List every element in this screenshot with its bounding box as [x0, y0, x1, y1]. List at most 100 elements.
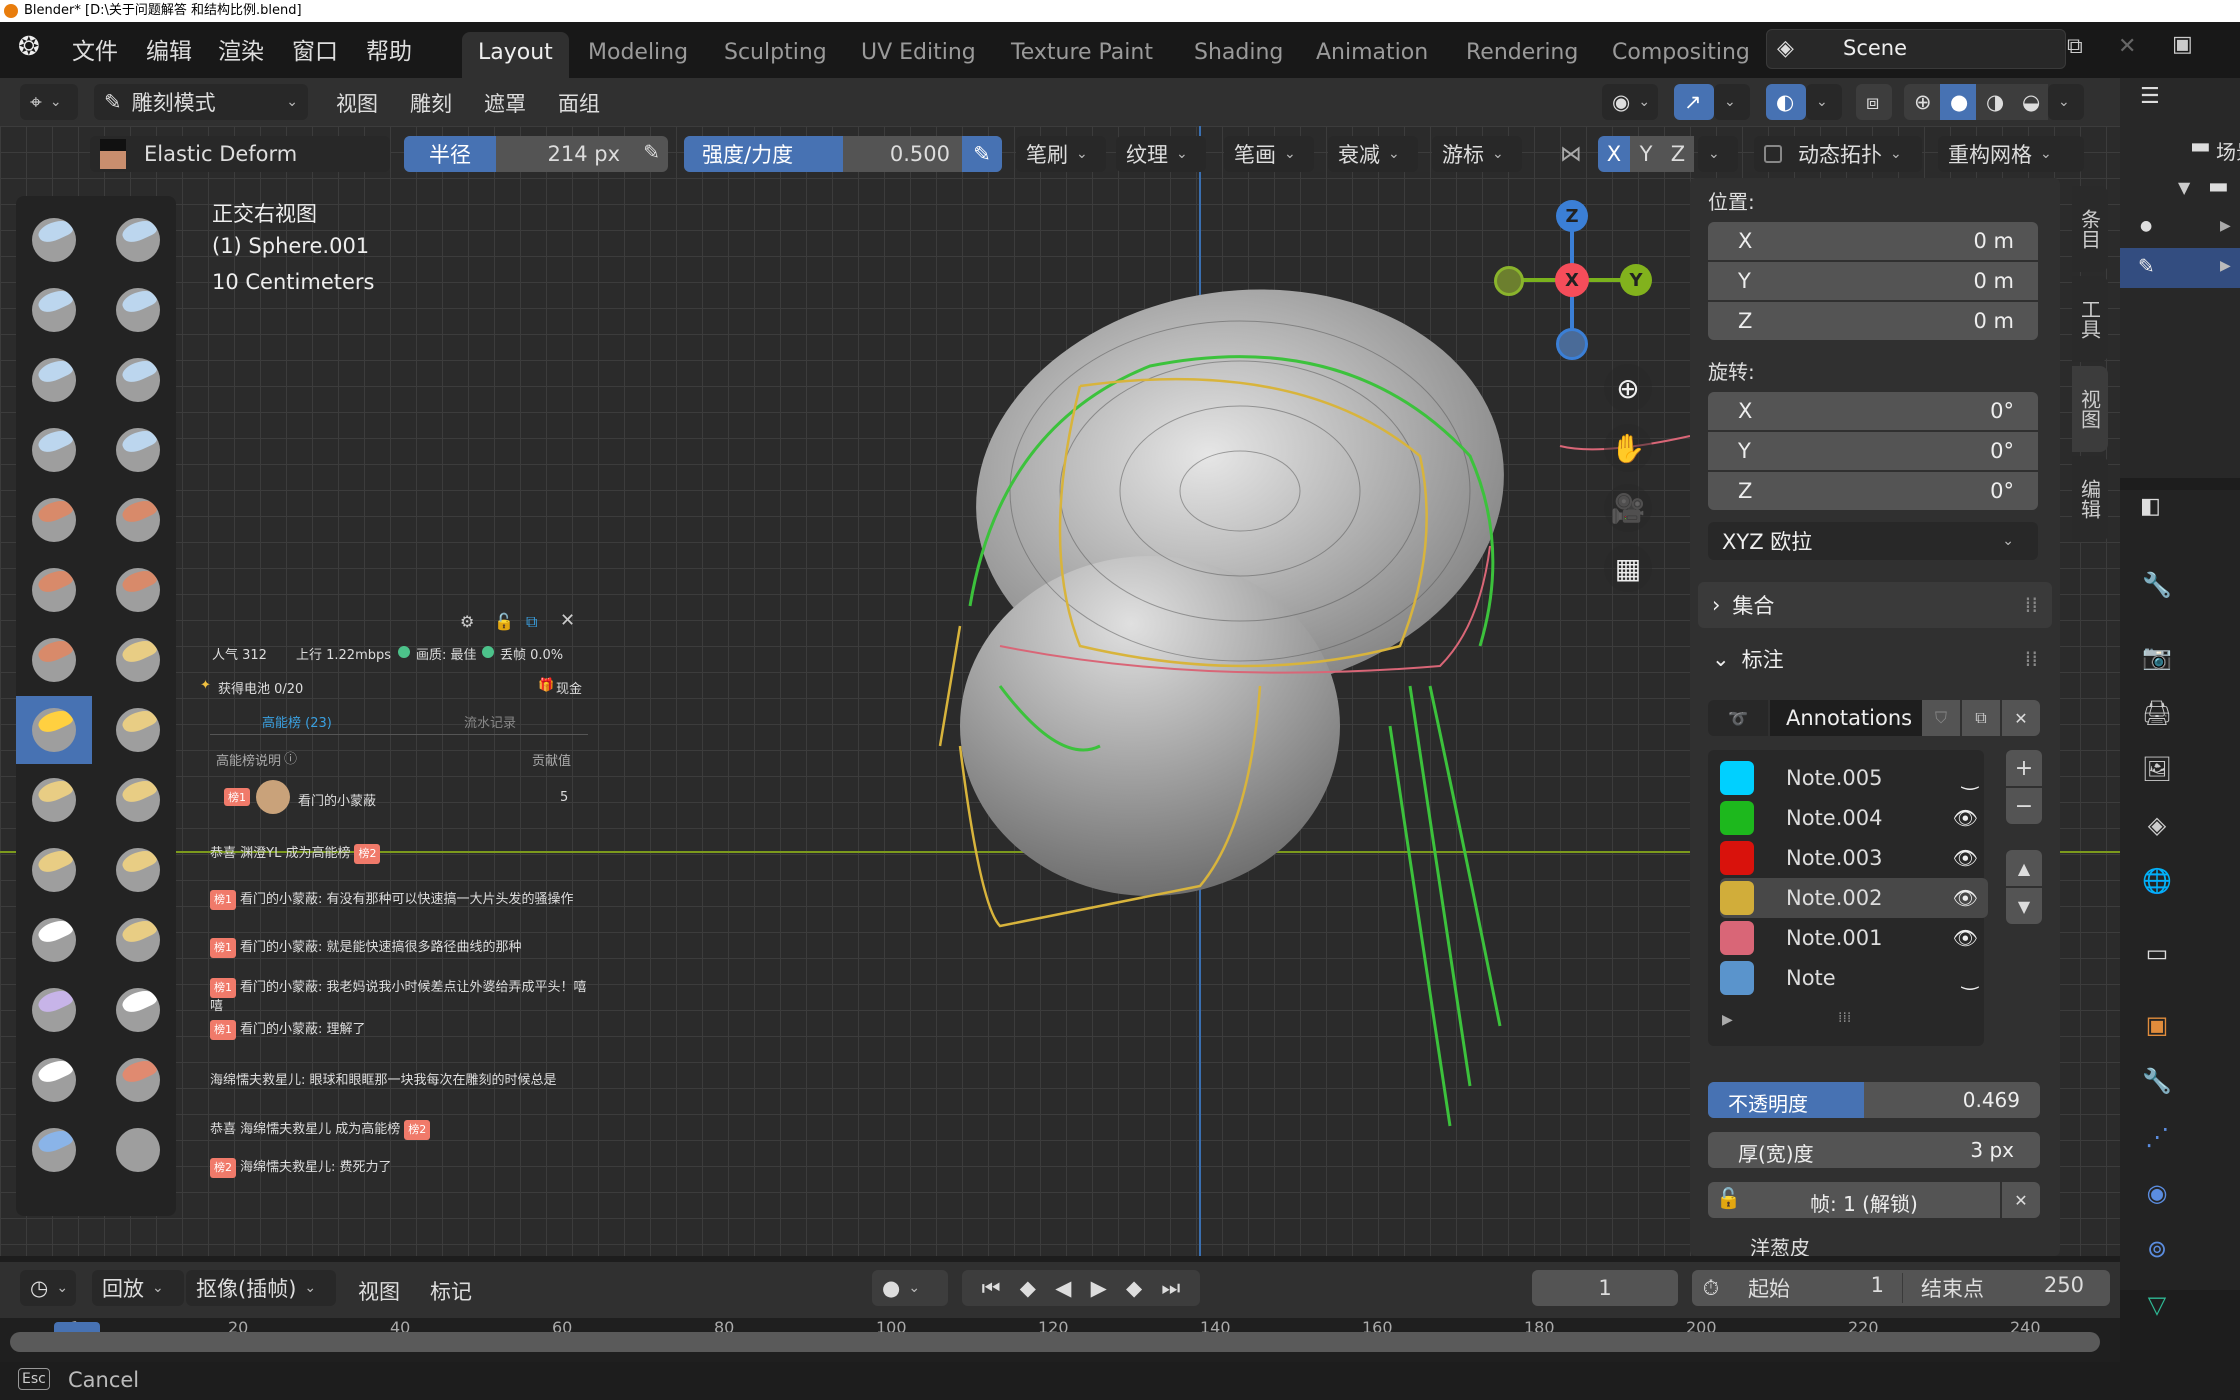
timeline-marker-menu[interactable]: 标记 — [430, 1276, 472, 1306]
dyntopo-checkbox[interactable] — [1764, 145, 1782, 163]
eye-closed-icon[interactable]: ‿ — [1962, 966, 1978, 990]
expand-arrow-icon[interactable]: ▼ — [2178, 178, 2190, 197]
blender-menu-icon[interactable]: ❂ — [18, 32, 40, 62]
overlay-toggle[interactable]: ◐ — [1766, 84, 1806, 120]
menu-help[interactable]: 帮助 — [366, 32, 412, 66]
collection-properties-icon[interactable]: ▭ — [2140, 936, 2174, 970]
drag-handle-icon[interactable]: ⁞⁞ — [2025, 593, 2038, 617]
shading-wireframe[interactable]: ⊕ — [1904, 84, 1940, 120]
world-properties-icon[interactable]: 🌐 — [2140, 864, 2174, 898]
menu-sculpt[interactable]: 雕刻 — [410, 88, 452, 118]
tool-layer[interactable] — [100, 346, 176, 414]
tool-cloth[interactable] — [16, 976, 92, 1044]
gizmo-y[interactable]: Y — [1620, 264, 1652, 296]
menu-window[interactable]: 窗口 — [292, 32, 338, 66]
onion-skin-header[interactable]: 洋葱皮 — [1750, 1232, 1810, 1256]
unlock-icon[interactable]: 🔓 — [494, 612, 514, 631]
timeline-scrollbar[interactable] — [10, 1332, 2100, 1352]
tab-animation[interactable]: Animation — [1300, 32, 1444, 78]
tool-smooth[interactable] — [100, 486, 176, 554]
pressure-icon[interactable]: ✎ — [643, 140, 660, 164]
output-properties-icon[interactable]: 🖨 — [2140, 696, 2174, 730]
remove-layer-button[interactable]: − — [2006, 788, 2042, 824]
gizmo-toggle[interactable]: ↗ — [1674, 84, 1714, 120]
layer-color-swatch[interactable] — [1720, 881, 1754, 915]
layer-color-swatch[interactable] — [1720, 961, 1754, 995]
outliner-display-mode-icon[interactable]: ☰ — [2140, 84, 2160, 109]
gizmo-neg-z[interactable] — [1556, 328, 1588, 360]
object-properties-icon[interactable]: ▣ — [2140, 1008, 2174, 1042]
cursor-dropdown[interactable]: 游标 ⌄ — [1432, 136, 1522, 172]
expand-arrow-icon[interactable]: ▶ — [2220, 218, 2231, 234]
scene-name[interactable]: Scene — [1843, 36, 1907, 60]
view-layer-icon[interactable]: ▣ — [2172, 32, 2193, 57]
annotation-layer-row[interactable]: Note.003 👁 — [1720, 838, 1988, 878]
tab-view[interactable]: 视图 — [2072, 366, 2108, 452]
tool-draw[interactable] — [16, 206, 92, 274]
xray-toggle[interactable]: ⧈ — [1856, 84, 1892, 120]
opacity-slider[interactable]: 不透明度 0.469 — [1708, 1082, 2040, 1118]
delete-scene-icon[interactable]: ✕ — [2118, 34, 2136, 59]
keying-dropdown[interactable]: 抠像(插帧) ⌄ — [186, 1270, 336, 1306]
move-layer-down-button[interactable]: ▼ — [2006, 888, 2042, 924]
tab-rank[interactable]: 高能榜 (23) — [262, 712, 332, 731]
editor-type-button[interactable]: ⌖ ⌄ — [20, 84, 78, 120]
thickness-field[interactable]: 厚(宽)度 3 px — [1708, 1132, 2040, 1168]
eye-icon[interactable]: 👁 — [1953, 846, 1978, 870]
add-layer-button[interactable]: + — [2006, 750, 2042, 786]
tool-multiplane-scrape[interactable] — [100, 626, 176, 694]
clear-frame-x-icon[interactable]: ✕ — [2002, 1182, 2040, 1218]
pan-hand-icon[interactable]: ✋ — [1604, 424, 1652, 472]
eye-closed-icon[interactable]: ‿ — [1962, 766, 1978, 790]
selected-object-row[interactable]: ✎ ▶ — [2120, 248, 2240, 288]
eye-icon[interactable]: 👁 — [1953, 926, 1978, 950]
timeline-editor-type[interactable]: ◷ ⌄ — [20, 1270, 76, 1306]
tool-flatten[interactable] — [16, 556, 92, 624]
unlink-x-icon[interactable]: ✕ — [2002, 700, 2040, 736]
tool-snake-hook[interactable] — [100, 696, 176, 764]
list-expand-icon[interactable]: ▶ — [1722, 1012, 1733, 1028]
new-scene-icon[interactable]: ⧉ — [2067, 34, 2083, 59]
list-resize-handle[interactable]: ⁞⁞⁞ — [1838, 1010, 1851, 1026]
scene-properties-icon[interactable]: ◈ — [2140, 808, 2174, 842]
remesh-dropdown[interactable]: 重构网格 ⌄ — [1938, 136, 2084, 172]
tab-texture-paint[interactable]: Texture Paint — [995, 32, 1169, 78]
timeline-track[interactable]: 120406080100120140160180200220240 — [0, 1318, 2120, 1362]
current-frame-field[interactable]: 1 — [1532, 1270, 1678, 1306]
zoom-icon[interactable]: ⊕ — [1604, 364, 1652, 412]
annotation-layer-row[interactable]: Note.002 👁 — [1720, 878, 1988, 918]
playback-dropdown[interactable]: 回放 ⌄ — [92, 1270, 184, 1306]
tool-slide-relax[interactable] — [16, 906, 92, 974]
jump-end-icon[interactable]: ⏭ — [1161, 1276, 1180, 1301]
menu-edit[interactable]: 编辑 — [146, 32, 192, 66]
data-properties-icon[interactable]: ▽ — [2140, 1288, 2174, 1322]
help-icon[interactable]: ⓘ — [284, 748, 297, 767]
menu-render[interactable]: 渲染 — [218, 32, 264, 66]
symmetry-z[interactable]: Z — [1662, 136, 1694, 172]
annotations-panel-header[interactable]: ⌄ 标注 ⁞⁞ — [1698, 636, 2052, 682]
modifier-properties-icon[interactable]: 🔧 — [2140, 1064, 2174, 1098]
annotation-layer-row[interactable]: Note.004 👁 — [1720, 798, 1988, 838]
collection-icon[interactable]: ▬ — [2208, 174, 2229, 199]
tool-blob[interactable] — [100, 416, 176, 484]
tool-pose[interactable] — [100, 766, 176, 834]
tab-tool[interactable]: 工具 — [2072, 276, 2108, 362]
tool-draw-sharp[interactable] — [100, 206, 176, 274]
annotation-layer-row[interactable]: Note.005 ‿ — [1720, 758, 1988, 798]
tab-shading[interactable]: Shading — [1178, 32, 1299, 78]
layer-color-swatch[interactable] — [1720, 921, 1754, 955]
tool-clay-strips[interactable] — [100, 276, 176, 344]
close-icon[interactable]: ✕ — [560, 610, 575, 631]
auto-keying-button[interactable]: ● ⌄ — [872, 1270, 948, 1306]
tab-layout[interactable]: Layout — [462, 32, 569, 78]
location-x[interactable]: X 0 m — [1708, 222, 2038, 260]
camera-view-icon[interactable]: 🎥 — [1604, 484, 1652, 532]
location-y[interactable]: Y 0 m — [1708, 262, 2038, 300]
overlay-dropdown[interactable]: ⌄ — [1806, 84, 1842, 120]
ortho-grid-icon[interactable]: ▦ — [1604, 544, 1652, 592]
shading-material[interactable]: ◑ — [1976, 84, 2012, 120]
layer-color-swatch[interactable] — [1720, 841, 1754, 875]
menu-face-sets[interactable]: 面组 — [558, 88, 600, 118]
constraints-properties-icon[interactable]: ⊚ — [2140, 1232, 2174, 1266]
annotation-datablock-name[interactable]: Annotations — [1770, 700, 1922, 736]
